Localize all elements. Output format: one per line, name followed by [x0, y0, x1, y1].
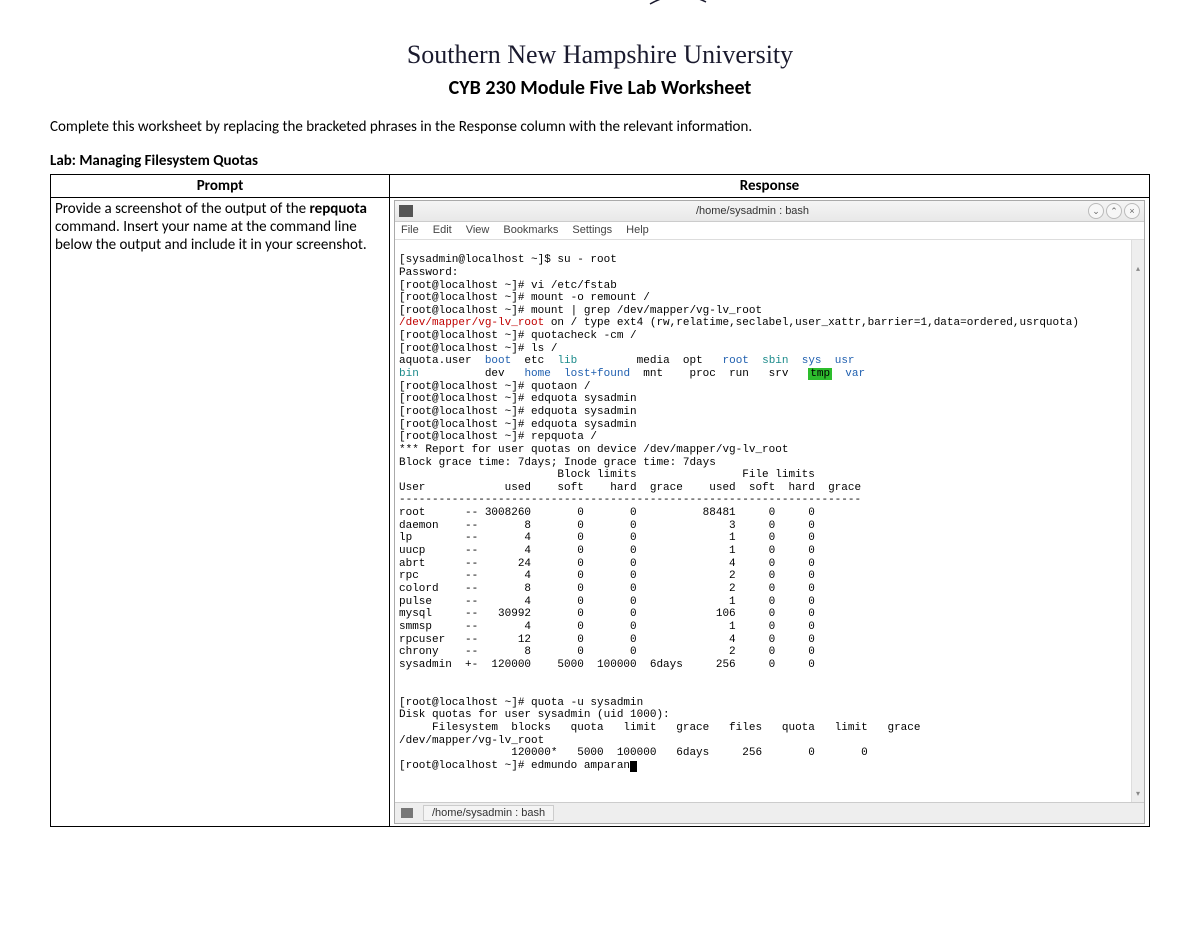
term-line: ----------------------------------------…: [399, 494, 861, 506]
minimize-button[interactable]: ⌄: [1088, 203, 1104, 219]
ls-etc: etc: [511, 355, 557, 367]
ls-mnt-proc-run-srv: mnt proc run srv: [630, 368, 808, 380]
ls-tmp-highlight: tmp: [808, 368, 832, 380]
menu-view[interactable]: View: [466, 224, 490, 237]
term-line: User used soft hard grace used soft hard…: [399, 482, 861, 494]
ls-sbin: sbin: [749, 355, 802, 367]
quota-row: uucp -- 4 0 0 1 0 0: [399, 545, 815, 557]
menu-bookmarks[interactable]: Bookmarks: [503, 224, 558, 237]
quota-row: sysadmin +- 120000 5000 100000 6days 256…: [399, 659, 815, 671]
taskbar-item[interactable]: /home/sysadmin : bash: [423, 805, 554, 822]
instructions-text: Complete this worksheet by replacing the…: [50, 118, 1150, 136]
university-logo: Southern New Hampshire University: [50, 40, 1150, 70]
term-line: 120000* 5000 100000 6days 256 0 0: [399, 747, 868, 759]
term-line: Password:: [399, 267, 458, 279]
window-titlebar[interactable]: /home/sysadmin : bash ⌄ ⌃ ×: [395, 201, 1144, 222]
menu-settings[interactable]: Settings: [572, 224, 612, 237]
term-line: Filesystem blocks quota limit grace file…: [399, 722, 921, 734]
term-line: [root@localhost ~]# mount | grep /dev/ma…: [399, 305, 762, 317]
ls-lost: lost+found: [551, 368, 630, 380]
quota-row: pulse -- 4 0 0 1 0 0: [399, 596, 815, 608]
prompt-cell: Provide a screenshot of the output of th…: [51, 198, 390, 827]
menu-help[interactable]: Help: [626, 224, 649, 237]
quota-row: abrt -- 24 0 0 4 0 0: [399, 558, 815, 570]
ls-lib: lib: [557, 355, 577, 367]
terminal-window: /home/sysadmin : bash ⌄ ⌃ × File Edit Vi…: [394, 200, 1145, 824]
col-prompt-header: Prompt: [51, 175, 390, 198]
term-line: [root@localhost ~]# edquota sysadmin: [399, 393, 637, 405]
ls-var: var: [832, 368, 865, 380]
worksheet-table: Prompt Response Provide a screenshot of …: [50, 174, 1150, 827]
ls-home: home: [524, 368, 550, 380]
quota-row: lp -- 4 0 0 1 0 0: [399, 532, 815, 544]
term-line: [root@localhost ~]# repquota /: [399, 431, 597, 443]
university-name: Southern New Hampshire University: [407, 40, 793, 70]
term-line: /dev/mapper/vg-lv_root: [399, 735, 544, 747]
ls-dev: dev: [419, 368, 525, 380]
ls-sys: sys: [802, 355, 822, 367]
term-line: [root@localhost ~]# vi /etc/fstab: [399, 280, 617, 292]
term-line: Block limits File limits: [399, 469, 815, 481]
col-response-header: Response: [390, 175, 1150, 198]
menu-file[interactable]: File: [401, 224, 419, 237]
menu-edit[interactable]: Edit: [433, 224, 452, 237]
ls-root: root: [723, 355, 749, 367]
quota-row: smmsp -- 4 0 0 1 0 0: [399, 621, 815, 633]
quota-row: colord -- 8 0 0 2 0 0: [399, 583, 815, 595]
quota-row: root -- 3008260 0 0 88481 0 0: [399, 507, 815, 519]
term-line: Disk quotas for user sysadmin (uid 1000)…: [399, 709, 670, 721]
term-line: [root@localhost ~]# mount -o remount /: [399, 292, 650, 304]
term-line: [root@localhost ~]# quotacheck -cm /: [399, 330, 637, 342]
taskbar: /home/sysadmin : bash: [395, 802, 1144, 824]
ls-aquota: aquota.user: [399, 355, 485, 367]
ls-boot: boot: [485, 355, 511, 367]
ls-usr: usr: [822, 355, 855, 367]
menu-bar: File Edit View Bookmarks Settings Help: [395, 222, 1144, 240]
terminal-body[interactable]: [sysadmin@localhost ~]$ su - root Passwo…: [395, 240, 1144, 802]
document-title: CYB 230 Module Five Lab Worksheet: [50, 76, 1150, 100]
term-line: [root@localhost ~]# quota -u sysadmin: [399, 697, 643, 709]
term-line: [root@localhost ~]# edquota sysadmin: [399, 419, 637, 431]
window-title: /home/sysadmin : bash: [419, 205, 1086, 218]
ls-bin: bin: [399, 368, 419, 380]
prompt-bold: repquota: [310, 200, 367, 218]
prompt-pre: Provide a screenshot of the output of th…: [55, 200, 310, 218]
term-line: Block grace time: 7days; Inode grace tim…: [399, 457, 716, 469]
quota-row: chrony -- 8 0 0 2 0 0: [399, 646, 815, 658]
prompt-post: command. Insert your name at the command…: [55, 218, 367, 254]
response-cell: /home/sysadmin : bash ⌄ ⌃ × File Edit Vi…: [390, 198, 1150, 827]
quota-row: mysql -- 30992 0 0 106 0 0: [399, 608, 815, 620]
lab-title: Lab: Managing Filesystem Quotas: [50, 152, 1150, 170]
scroll-down-icon[interactable]: ▾: [1132, 790, 1144, 802]
ls-media-opt: media opt: [577, 355, 722, 367]
term-line: [root@localhost ~]# ls /: [399, 343, 557, 355]
mount-device-red: /dev/mapper/vg-lv_root: [399, 317, 544, 329]
quota-row: rpcuser -- 12 0 0 4 0 0: [399, 634, 815, 646]
term-line: [root@localhost ~]# quotaon /: [399, 381, 590, 393]
maximize-button[interactable]: ⌃: [1106, 203, 1122, 219]
quota-row: daemon -- 8 0 0 3 0 0: [399, 520, 815, 532]
term-line: *** Report for user quotas on device /de…: [399, 444, 788, 456]
scroll-up-icon[interactable]: ▴: [1132, 265, 1144, 277]
swoosh-icon: [648, 0, 708, 6]
term-line: [root@localhost ~]# edquota sysadmin: [399, 406, 637, 418]
terminal-scrollbar[interactable]: ▴ ▾: [1131, 240, 1144, 802]
cursor-icon: [630, 761, 637, 772]
terminal-icon: [399, 205, 413, 217]
close-button[interactable]: ×: [1124, 203, 1140, 219]
term-line: [sysadmin@localhost ~]$ su - root: [399, 254, 617, 266]
term-line: [root@localhost ~]# edmundo amparan: [399, 760, 630, 772]
taskbar-terminal-icon[interactable]: [401, 808, 413, 818]
term-line: on / type ext4 (rw,relatime,seclabel,use…: [544, 317, 1079, 329]
quota-row: rpc -- 4 0 0 2 0 0: [399, 570, 815, 582]
